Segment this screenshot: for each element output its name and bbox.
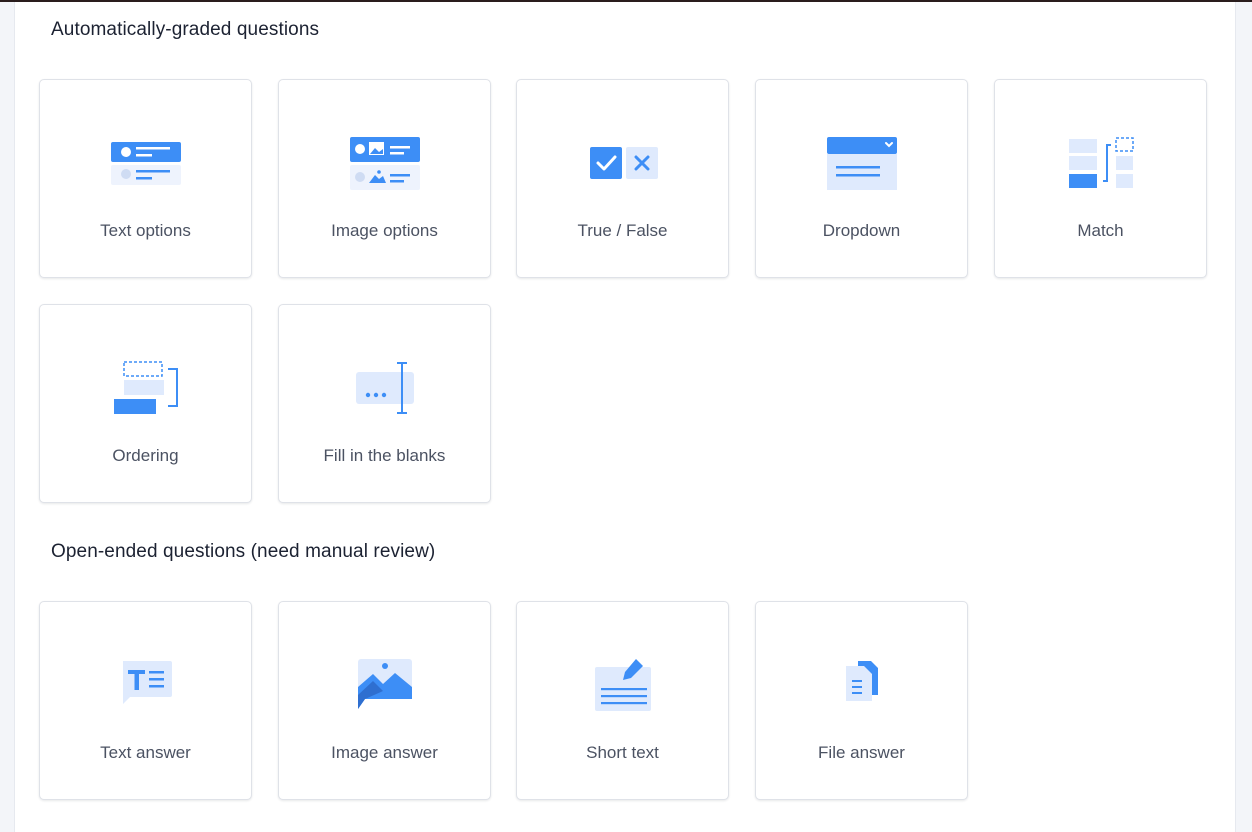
card-ordering[interactable]: Ordering — [39, 304, 252, 503]
image-answer-icon — [345, 657, 425, 717]
ordering-icon — [106, 360, 186, 420]
match-icon — [1061, 135, 1141, 195]
section-title-open-ended: Open-ended questions (need manual review… — [51, 541, 436, 562]
text-options-icon — [106, 135, 186, 195]
card-text-answer[interactable]: Text answer — [39, 601, 252, 800]
card-fill-blanks[interactable]: Fill in the blanks — [278, 304, 491, 503]
card-match[interactable]: Match — [994, 79, 1207, 278]
short-text-icon — [583, 657, 663, 717]
card-label: Fill in the blanks — [323, 446, 446, 465]
card-label: Short text — [586, 743, 659, 762]
true-false-icon — [583, 135, 663, 195]
card-label: Text options — [100, 221, 191, 240]
text-answer-icon — [106, 657, 186, 717]
card-image-options[interactable]: Image options — [278, 79, 491, 278]
fill-blanks-icon — [345, 360, 425, 420]
card-label: Match — [1077, 221, 1124, 240]
card-label: Ordering — [112, 446, 179, 465]
card-label: True / False — [577, 221, 668, 240]
section-title-auto-graded: Automatically-graded questions — [51, 19, 320, 40]
file-answer-icon — [822, 657, 902, 717]
card-text-options[interactable]: Text options — [39, 79, 252, 278]
card-label: File answer — [818, 743, 905, 762]
card-label: Text answer — [100, 743, 191, 762]
card-file-answer[interactable]: File answer — [755, 601, 968, 800]
card-true-false[interactable]: True / False — [516, 79, 729, 278]
image-options-icon — [345, 135, 425, 195]
card-image-answer[interactable]: Image answer — [278, 601, 491, 800]
card-label: Image options — [331, 221, 438, 240]
card-label: Dropdown — [822, 221, 901, 240]
card-label: Image answer — [331, 743, 438, 762]
card-short-text[interactable]: Short text — [516, 601, 729, 800]
dropdown-icon — [822, 135, 902, 195]
card-dropdown[interactable]: Dropdown — [755, 79, 968, 278]
